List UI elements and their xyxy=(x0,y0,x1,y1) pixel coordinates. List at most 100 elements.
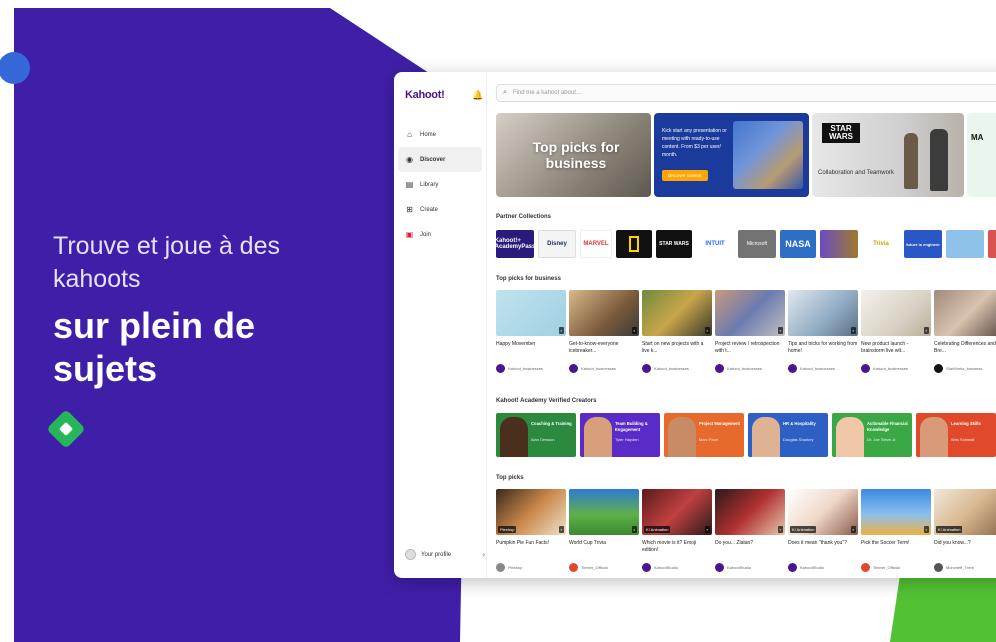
kahoot-card[interactable]: ▪ Start on new projects with a live k...… xyxy=(642,290,712,382)
sidebar-item-library[interactable]: ▤ Library xyxy=(398,172,482,197)
sidebar-item-home[interactable]: ⌂ Home xyxy=(398,122,482,147)
chevron-right-icon: › xyxy=(482,550,485,559)
author-avatar xyxy=(934,563,943,572)
profile-label: Your profile xyxy=(421,551,452,558)
partner-nasa[interactable]: NASA xyxy=(780,230,816,258)
partner-microsoft[interactable]: Microsoft xyxy=(738,230,776,258)
creator-name: Alan Dewson xyxy=(531,437,555,442)
creator-topic: Project Management xyxy=(699,421,740,426)
creator-card[interactable]: HR & Hospitality Douglas Sharkey xyxy=(748,413,828,457)
kahoot-card[interactable]: ▪ Get-to-know-everyone icebreaker... Kah… xyxy=(569,290,639,382)
banner-promo[interactable]: Kick start any presentation or meeting w… xyxy=(654,113,809,197)
creator-topic: Learning Skills xyxy=(951,421,981,426)
partner-tile[interactable] xyxy=(946,230,984,258)
profile-button[interactable]: Your profile › xyxy=(405,549,485,560)
verified-creators-row: Coaching & Training Alan Dewson Team Bui… xyxy=(496,413,996,457)
home-icon: ⌂ xyxy=(407,130,412,139)
kahoot-card[interactable]: ▪ New product launch - brainstorm live w… xyxy=(861,290,931,382)
partner-marvel[interactable]: MARVEL xyxy=(580,230,612,258)
partner-natgeo[interactable] xyxy=(616,230,652,258)
sidebar: Kahoot! 🔔 ⌂ Home ◉ Discover ▤ Library ⊞ … xyxy=(394,72,487,578)
question-count-badge: ▪ xyxy=(923,327,929,334)
question-count-badge: ▪ xyxy=(558,327,564,334)
discover-content-button[interactable]: Discover content xyxy=(662,170,708,181)
creator-card[interactable]: Project Management Marc Pace xyxy=(664,413,744,457)
partner-starwars[interactable]: STAR WARS xyxy=(656,230,692,258)
creator-topic: Team Building & Engagement xyxy=(615,421,648,432)
partner-kahoot[interactable]: Kahoot!+ AcademyPass xyxy=(496,230,535,258)
kahoot-card[interactable]: Pieshop ▪ Pumpkin Pie Fun Facts! Pieshop xyxy=(496,489,566,578)
author-name: Timber_Official xyxy=(581,565,608,570)
creator-card[interactable]: Coaching & Training Alan Dewson xyxy=(496,413,576,457)
question-count-badge: ▪ xyxy=(923,526,929,533)
card-tag: Pieshop xyxy=(498,526,517,533)
author-avatar xyxy=(642,364,651,373)
creator-photo xyxy=(836,417,864,457)
banner-carousel: Top picks for business Kick start any pr… xyxy=(496,113,996,197)
kahoot-card[interactable]: K! Animation ▪ Which movie is it? Emoji e… xyxy=(642,489,712,578)
business-cards-row: ▪ Happy Movember Kahoot_businesses ▪ Get… xyxy=(496,290,996,382)
card-title: Celebrating Differences and Bre... xyxy=(934,341,996,354)
question-count-badge: ▪ xyxy=(777,327,783,334)
card-thumbnail: ▪ xyxy=(715,290,785,336)
banner-marvel[interactable]: MA xyxy=(967,113,996,197)
sidebar-item-create[interactable]: ⊞ Create xyxy=(398,197,482,222)
partner-tile[interactable] xyxy=(988,230,996,258)
card-author: Kahoot_businesses xyxy=(715,364,785,373)
question-count-badge: ▪ xyxy=(777,526,783,533)
card-author: Timber_Official xyxy=(861,563,931,572)
app-window: Kahoot! 🔔 ⌂ Home ◉ Discover ▤ Library ⊞ … xyxy=(394,72,996,578)
kahoot-logo[interactable]: Kahoot! xyxy=(405,89,445,101)
kahoot-card[interactable]: ▪ World Cup Trivia Timber_Official xyxy=(569,489,639,578)
partner-trivia[interactable]: Trivia xyxy=(862,230,900,258)
banner-starwars[interactable]: STAR WARS Collaboration and Teamwork xyxy=(812,113,964,197)
search-icon: ⌕ xyxy=(503,89,507,96)
creator-topic: HR & Hospitality xyxy=(783,421,816,426)
creator-name: Marc Pace xyxy=(699,437,719,442)
card-thumbnail: ▪ xyxy=(496,290,566,336)
banner-business[interactable]: Top picks for business xyxy=(496,113,651,197)
card-tag: K! Animation xyxy=(790,526,817,533)
card-title: Pick the Soccer Term! xyxy=(861,540,910,546)
partner-intuit[interactable]: INTUIT xyxy=(696,230,734,258)
author-name: SheWorks_business xyxy=(946,366,983,371)
creator-card[interactable]: Actionable Financial Knowledge Dr. Joe S… xyxy=(832,413,912,457)
card-thumbnail: K! Animation ▪ xyxy=(642,489,712,535)
card-title: Get-to-know-everyone icebreaker... xyxy=(569,341,619,354)
sidebar-nav: ⌂ Home ◉ Discover ▤ Library ⊞ Create ▣ J… xyxy=(398,122,482,247)
kahoot-card[interactable]: ▪ Project review / retrospection with t.… xyxy=(715,290,785,382)
promo-screen: Trouve et joue à des kahoots sur plein d… xyxy=(0,0,996,642)
creator-card[interactable]: Team Building & Engagement Tyler Hayden xyxy=(580,413,660,457)
plus-icon: ⊞ xyxy=(406,205,413,214)
bell-icon[interactable]: 🔔 xyxy=(472,90,483,101)
natgeo-frame-icon xyxy=(629,236,639,252)
creator-photo xyxy=(500,417,528,457)
search-input[interactable]: ⌕ Find me a kahoot about... xyxy=(496,84,996,102)
creator-photo xyxy=(752,417,780,457)
kahoot-card[interactable]: ▪ Tips and tricks for working from home!… xyxy=(788,290,858,382)
creator-card[interactable]: Learning Skills Wes Schmidt xyxy=(916,413,996,457)
author-avatar xyxy=(788,563,797,572)
author-name: Pieshop xyxy=(508,565,523,570)
creator-name: Tyler Hayden xyxy=(615,437,639,442)
kahoot-card[interactable]: ▪ Do you... Zlatan? KahootStudio xyxy=(715,489,785,578)
sidebar-item-label: Discover xyxy=(420,156,446,163)
partner-disney[interactable]: Disney xyxy=(538,230,576,258)
kahoot-card[interactable]: ▪ Happy Movember Kahoot_businesses xyxy=(496,290,566,382)
partner-tile[interactable] xyxy=(820,230,858,258)
kahoot-card[interactable]: K! Animation▪ Did you know...? Moncrieff… xyxy=(934,489,996,578)
avatar xyxy=(405,549,416,560)
card-author: KahootStudio xyxy=(788,563,858,572)
kahoot-card[interactable]: ▪ Pick the Soccer Term! Timber_Official xyxy=(861,489,931,578)
question-count-badge: ▪ xyxy=(850,327,856,334)
kahoot-card[interactable]: ▪ Celebrating Differences and Bre... She… xyxy=(934,290,996,382)
character-figure xyxy=(904,133,918,189)
author-name: Kahoot_businesses xyxy=(654,366,689,371)
creator-name: Wes Schmidt xyxy=(951,437,975,442)
partner-future-engineer[interactable]: future is engineer xyxy=(904,230,942,258)
sidebar-item-join[interactable]: ▣ Join xyxy=(398,222,482,247)
sidebar-item-discover[interactable]: ◉ Discover xyxy=(398,147,482,172)
card-title: Which movie is it? Emoji edition! xyxy=(642,540,697,553)
kahoot-card[interactable]: K! Animation ▪ Does it mean "thank you"? … xyxy=(788,489,858,578)
card-author: Moncrieff_Trent xyxy=(934,563,996,572)
